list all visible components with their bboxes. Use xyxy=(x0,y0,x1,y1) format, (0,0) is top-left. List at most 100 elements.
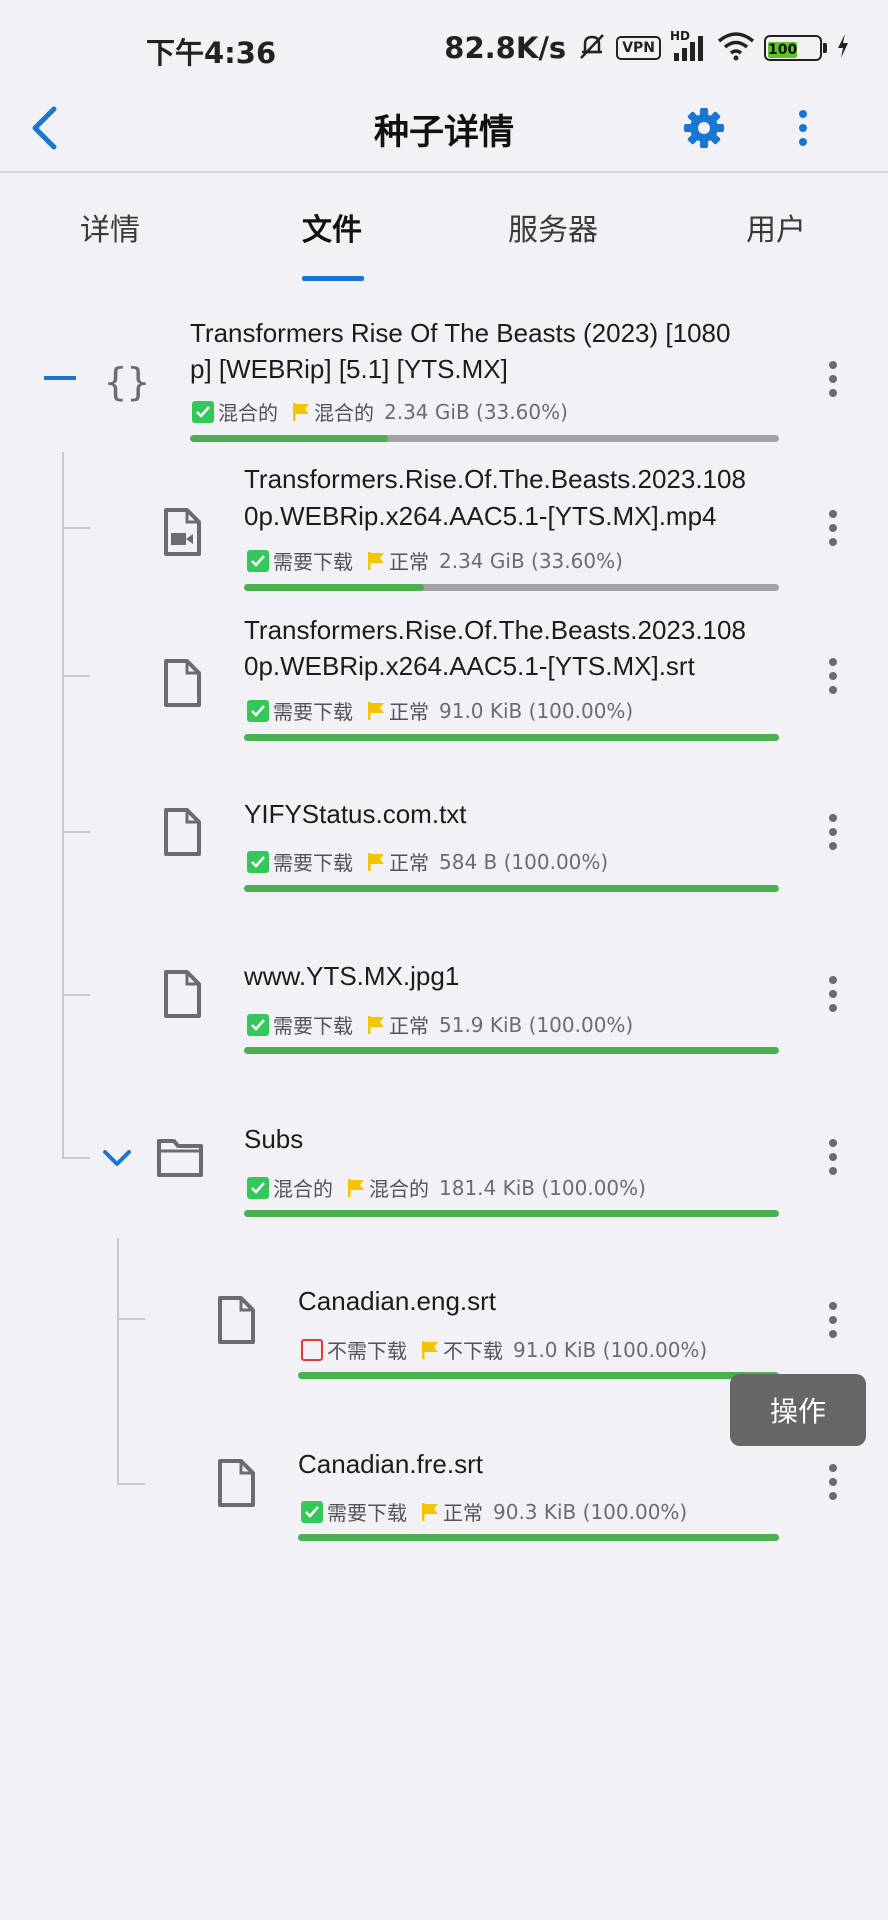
priority-flag-icon xyxy=(292,402,310,422)
download-state-label: 混合的 xyxy=(273,1177,333,1201)
file-name-line1: Transformers.Rise.Of.The.Beasts.2023.108 xyxy=(244,615,746,645)
file-name-line1: Transformers.Rise.Of.The.Beasts.2023.108 xyxy=(244,464,746,494)
item-more-button[interactable] xyxy=(818,969,848,1019)
priority-flag-icon xyxy=(367,852,385,872)
checked-icon[interactable] xyxy=(247,549,269,572)
priority-label: 正常 xyxy=(389,700,429,724)
file-name: YIFYStatus.com.txt xyxy=(244,799,467,829)
file-status: 需要下载 正常 2.34 GiB (33.60%) xyxy=(247,546,623,575)
gear-icon xyxy=(684,108,724,148)
item-more-button[interactable] xyxy=(818,503,848,553)
file-size: 2.34 GiB (33.60%) xyxy=(439,548,623,573)
svg-text:{}: {} xyxy=(104,360,150,404)
more-vertical-icon xyxy=(829,814,837,850)
file-name: www.YTS.MX.jpg1 xyxy=(244,961,460,991)
checked-icon[interactable] xyxy=(247,1176,269,1199)
file-size: 91.0 KiB (100.00%) xyxy=(439,698,634,723)
download-state-label: 需要下载 xyxy=(273,700,353,724)
status-bar: 下午4:36 82.8K/s VPN HD 100 xyxy=(0,0,888,90)
tab-peers[interactable]: 用户 xyxy=(746,205,806,249)
item-more-button[interactable] xyxy=(818,354,848,404)
file-status: 需要下载 正常 584 B (100.00%) xyxy=(247,847,608,876)
actions-tooltip: 操作 xyxy=(730,1374,866,1446)
checked-icon[interactable] xyxy=(301,1500,323,1523)
file-size: 584 B (100.00%) xyxy=(439,849,609,874)
priority-label: 正常 xyxy=(389,1014,429,1038)
file-icon xyxy=(162,970,202,1022)
progress-fill xyxy=(244,584,424,591)
item-more-button[interactable] xyxy=(818,1457,848,1507)
video-file-icon xyxy=(162,508,202,560)
priority-flag-icon xyxy=(367,701,385,721)
priority-flag-icon xyxy=(367,1015,385,1035)
download-state-label: 需要下载 xyxy=(273,1014,353,1038)
item-more-button[interactable] xyxy=(818,1295,848,1345)
download-state-label: 需要下载 xyxy=(273,851,353,875)
more-vertical-icon xyxy=(829,510,837,546)
battery-level: 100 xyxy=(768,42,798,58)
file-icon xyxy=(162,808,202,860)
progress-bar xyxy=(190,435,779,442)
progress-fill xyxy=(244,1047,779,1054)
settings-button[interactable] xyxy=(680,102,728,154)
file-status: 混合的 混合的 2.34 GiB (33.60%) xyxy=(192,397,568,426)
more-vertical-icon xyxy=(829,1139,837,1175)
file-size: 91.0 KiB (100.00%) xyxy=(513,1337,708,1362)
checked-icon[interactable] xyxy=(247,850,269,873)
progress-fill xyxy=(190,435,388,442)
progress-bar xyxy=(298,1372,779,1379)
progress-bar xyxy=(244,584,779,591)
tab-details[interactable]: 详情 xyxy=(80,205,140,249)
more-vertical-icon xyxy=(829,658,837,694)
vpn-badge: VPN xyxy=(616,36,661,60)
progress-fill xyxy=(244,734,779,741)
file-status: 需要下载 正常 91.0 KiB (100.00%) xyxy=(247,696,633,725)
tab-trackers[interactable]: 服务器 xyxy=(508,205,598,249)
file-tree: {} Transformers Rise Of The Beasts (2023… xyxy=(0,0,888,1920)
file-name: Canadian.fre.srt xyxy=(298,1449,483,1479)
progress-bar xyxy=(244,1047,779,1054)
file-size: 90.3 KiB (100.00%) xyxy=(493,1499,688,1524)
file-name: Canadian.eng.srt xyxy=(298,1286,497,1316)
progress-fill xyxy=(298,1534,779,1541)
priority-flag-icon xyxy=(347,1178,365,1198)
file-status: 需要下载 正常 51.9 KiB (100.00%) xyxy=(247,1010,633,1039)
checked-icon[interactable] xyxy=(192,400,214,423)
priority-flag-icon xyxy=(367,551,385,571)
mute-alarm-icon xyxy=(577,31,607,65)
priority-label: 混合的 xyxy=(369,1177,429,1201)
unchecked-icon[interactable] xyxy=(301,1338,323,1361)
file-size: 51.9 KiB (100.00%) xyxy=(439,1012,634,1037)
more-vertical-icon xyxy=(799,110,807,146)
file-status: 混合的 混合的 181.4 KiB (100.00%) xyxy=(247,1173,646,1202)
overflow-menu-button[interactable] xyxy=(786,102,820,154)
tab-files[interactable]: 文件 xyxy=(302,205,362,249)
file-status: 需要下载 正常 90.3 KiB (100.00%) xyxy=(301,1497,687,1526)
item-more-button[interactable] xyxy=(818,807,848,857)
download-state-label: 需要下载 xyxy=(273,550,353,574)
priority-label: 正常 xyxy=(389,851,429,875)
app-bar: 种子详情 xyxy=(0,90,888,173)
item-more-button[interactable] xyxy=(818,1132,848,1182)
progress-fill xyxy=(244,885,779,892)
file-name-line1: Transformers Rise Of The Beasts (2023) [… xyxy=(190,318,731,348)
priority-flag-icon xyxy=(421,1340,439,1360)
progress-bar xyxy=(244,734,779,741)
checked-icon[interactable] xyxy=(247,699,269,722)
battery-icon: 100 xyxy=(764,35,827,61)
file-icon xyxy=(162,659,202,711)
folder-name: Subs xyxy=(244,1124,304,1154)
priority-label: 不下载 xyxy=(443,1339,503,1363)
priority-label: 混合的 xyxy=(314,401,374,425)
more-vertical-icon xyxy=(829,976,837,1012)
file-name-line2: 0p.WEBRip.x264.AAC5.1-[YTS.MX].mp4 xyxy=(244,501,717,531)
checked-icon[interactable] xyxy=(247,1013,269,1036)
file-icon xyxy=(216,1459,256,1511)
progress-bar xyxy=(244,885,779,892)
progress-bar xyxy=(244,1210,779,1217)
chevron-down-icon[interactable] xyxy=(102,1148,132,1172)
priority-label: 正常 xyxy=(443,1501,483,1525)
collapse-icon[interactable] xyxy=(44,368,78,380)
priority-flag-icon xyxy=(421,1502,439,1522)
item-more-button[interactable] xyxy=(818,651,848,701)
